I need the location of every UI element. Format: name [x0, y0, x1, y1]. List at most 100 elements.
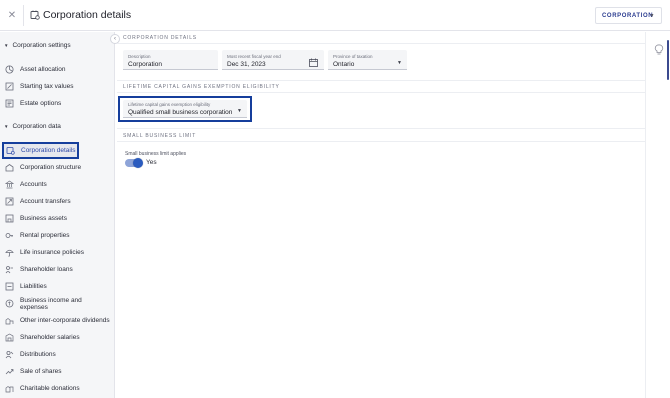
- sidebar-item-label: Business income and expenses: [20, 296, 82, 311]
- sbl-toggle-label: Small business limit applies: [125, 151, 187, 157]
- top-bar: ✕ Corporation details CORPORATION ▼: [0, 0, 670, 31]
- sidebar-item-label: Corporation structure: [20, 164, 82, 171]
- rental-icon: [5, 231, 14, 240]
- calendar-icon[interactable]: [309, 58, 318, 67]
- tax-values-icon: [5, 82, 14, 91]
- sidebar-item-label: Distributions: [20, 351, 56, 358]
- transfers-icon: [5, 197, 14, 206]
- divider: [117, 128, 645, 129]
- insurance-icon: [5, 248, 14, 257]
- section-label: Corporation settings: [12, 42, 71, 49]
- sidebar-item-shareholder-salaries[interactable]: Shareholder salaries: [3, 330, 110, 345]
- corporation-details-icon: [6, 146, 15, 155]
- sidebar-item-label: Shareholder salaries: [20, 334, 80, 341]
- sbl-toggle[interactable]: [125, 158, 143, 168]
- section-heading-corporation-details: CORPORATION DETAILS: [123, 35, 197, 41]
- section-heading-lcge: LIFETIME CAPITAL GAINS EXEMPTION ELIGIBI…: [123, 84, 280, 90]
- structure-icon: [5, 163, 14, 172]
- entity-select-label: CORPORATION: [602, 12, 654, 19]
- section-corporation-data[interactable]: ▼ Corporation data: [4, 123, 61, 130]
- field-value: Corporation: [128, 61, 162, 68]
- close-icon[interactable]: ✕: [6, 9, 18, 21]
- province-select[interactable]: Province of taxation Ontario ▼: [328, 50, 407, 70]
- sidebar-item-rental-properties[interactable]: Rental properties: [3, 228, 110, 243]
- donations-icon: [5, 384, 14, 393]
- sidebar-item-label: Business assets: [20, 215, 67, 222]
- sidebar-item-label: Rental properties: [20, 232, 70, 239]
- section-corporation-settings[interactable]: ▼ Corporation settings: [4, 42, 71, 49]
- sbl-toggle-value: Yes: [146, 159, 157, 166]
- field-label: Description: [128, 54, 151, 59]
- lcge-eligibility-select[interactable]: Lifetime capital gains exemption eligibi…: [123, 100, 247, 118]
- income-icon: [5, 299, 14, 308]
- sidebar-item-starting-tax-values[interactable]: Starting tax values: [3, 79, 110, 94]
- sidebar-item-corporation-structure[interactable]: Corporation structure: [3, 160, 110, 175]
- chevron-down-icon: ▼: [397, 60, 402, 66]
- lightbulb-icon[interactable]: [654, 44, 664, 56]
- toggle-knob: [133, 158, 143, 168]
- sidebar-item-shareholder-loans[interactable]: Shareholder loans: [3, 262, 110, 277]
- sidebar-item-corporation-details[interactable]: Corporation details: [2, 142, 79, 159]
- sidebar-item-account-transfers[interactable]: Account transfers: [3, 194, 110, 209]
- field-value: Qualified small business corporation: [128, 109, 233, 116]
- section-heading-small-business-limit: SMALL BUSINESS LIMIT: [123, 133, 197, 139]
- distributions-icon: [5, 350, 14, 359]
- field-value: Ontario: [333, 61, 355, 68]
- sidebar-item-distributions[interactable]: Distributions: [3, 347, 110, 362]
- accounts-icon: [5, 180, 14, 189]
- sidebar-item-label: Estate options: [20, 100, 62, 107]
- sidebar: ▼ Corporation settings Asset allocation …: [0, 32, 115, 398]
- caret-down-icon: ▼: [4, 43, 9, 48]
- sidebar-item-label: Life insurance policies: [20, 249, 84, 256]
- salaries-icon: [5, 333, 14, 342]
- field-label: Most recent fiscal year end: [227, 54, 281, 59]
- divider: [117, 80, 645, 81]
- sidebar-item-sale-of-shares[interactable]: Sale of shares: [3, 364, 110, 379]
- sidebar-item-label: Shareholder loans: [20, 266, 73, 273]
- sidebar-item-business-income[interactable]: Business income and expenses: [3, 296, 110, 311]
- sidebar-item-life-insurance[interactable]: Life insurance policies: [3, 245, 110, 260]
- sidebar-item-business-assets[interactable]: Business assets: [3, 211, 110, 226]
- entity-select[interactable]: CORPORATION ▼: [595, 7, 662, 24]
- sidebar-item-label: Asset allocation: [20, 66, 66, 73]
- business-assets-icon: [5, 214, 14, 223]
- scrollbar[interactable]: [667, 40, 669, 80]
- sidebar-item-inter-corporate-dividends[interactable]: Other inter-corporate dividends: [3, 313, 110, 328]
- sidebar-item-label: Account transfers: [20, 198, 71, 205]
- chevron-down-icon: ▼: [237, 108, 242, 114]
- liabilities-icon: [5, 282, 14, 291]
- loans-icon: [5, 265, 14, 274]
- page-title: Corporation details: [43, 9, 132, 21]
- sidebar-item-label: Other inter-corporate dividends: [20, 317, 110, 324]
- sidebar-item-label: Corporation details: [21, 147, 76, 154]
- sidebar-item-label: Sale of shares: [20, 368, 62, 375]
- right-rail: [645, 32, 670, 398]
- description-field[interactable]: Description Corporation: [123, 50, 218, 70]
- main-content: CORPORATION DETAILS Description Corporat…: [117, 32, 645, 398]
- sidebar-item-charitable-donations[interactable]: Charitable donations: [3, 381, 110, 396]
- sidebar-item-accounts[interactable]: Accounts: [3, 177, 110, 192]
- sidebar-item-label: Accounts: [20, 181, 47, 188]
- estate-options-icon: [5, 99, 14, 108]
- caret-down-icon: ▼: [4, 124, 9, 129]
- sale-icon: [5, 367, 14, 376]
- sidebar-item-liabilities[interactable]: Liabilities: [3, 279, 110, 294]
- asset-allocation-icon: [5, 65, 14, 74]
- sidebar-item-asset-allocation[interactable]: Asset allocation: [3, 62, 110, 77]
- field-value: Dec 31, 2023: [227, 61, 266, 68]
- field-label: Province of taxation: [333, 54, 373, 59]
- sidebar-item-label: Charitable donations: [20, 385, 80, 392]
- corporation-details-icon: [30, 10, 40, 20]
- field-label: Lifetime capital gains exemption eligibi…: [128, 102, 211, 107]
- sidebar-item-label: Starting tax values: [20, 83, 74, 90]
- dividends-icon: [5, 316, 14, 325]
- fiscal-year-end-field[interactable]: Most recent fiscal year end Dec 31, 2023: [222, 50, 324, 70]
- chevron-down-icon: ▼: [649, 13, 655, 19]
- divider: [23, 5, 24, 26]
- sidebar-item-label: Liabilities: [20, 283, 47, 290]
- divider: [117, 141, 645, 142]
- sidebar-item-estate-options[interactable]: Estate options: [3, 96, 110, 111]
- divider: [117, 92, 645, 93]
- section-label: Corporation data: [12, 123, 61, 130]
- divider: [117, 43, 645, 44]
